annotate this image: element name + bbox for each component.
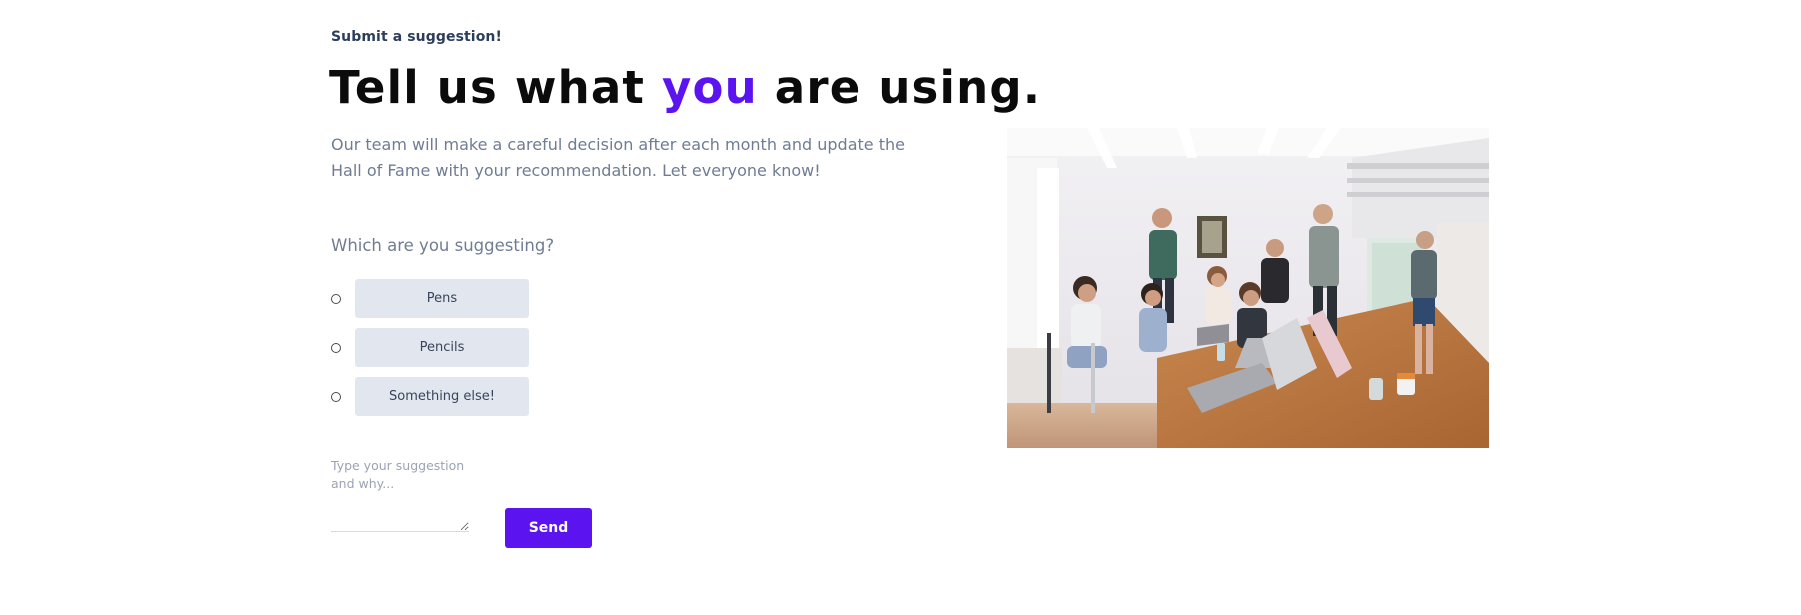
radio-something-else[interactable]: [331, 391, 341, 402]
suggestion-textarea[interactable]: [331, 455, 469, 532]
radio-pens[interactable]: [331, 293, 341, 304]
headline-highlight: you: [662, 61, 758, 114]
radio-pencils[interactable]: [331, 342, 341, 353]
option-something-else[interactable]: Something else!: [331, 377, 529, 416]
headline-end: are using.: [774, 61, 1042, 114]
option-pencils-label[interactable]: Pencils: [355, 328, 529, 367]
send-button[interactable]: Send: [505, 508, 592, 548]
question-label: Which are you suggesting?: [331, 236, 555, 255]
team-meeting-photo: [1007, 128, 1489, 448]
option-pens-label[interactable]: Pens: [355, 279, 529, 318]
option-pens[interactable]: Pens: [331, 279, 529, 318]
page-headline: Tell us what you are using.: [329, 62, 1041, 114]
headline-start: Tell us what: [329, 61, 646, 114]
eyebrow-label: Submit a suggestion!: [331, 29, 502, 45]
option-something-else-label[interactable]: Something else!: [355, 377, 529, 416]
section-description: Our team will make a careful decision af…: [331, 135, 905, 180]
option-pencils[interactable]: Pencils: [331, 328, 529, 367]
